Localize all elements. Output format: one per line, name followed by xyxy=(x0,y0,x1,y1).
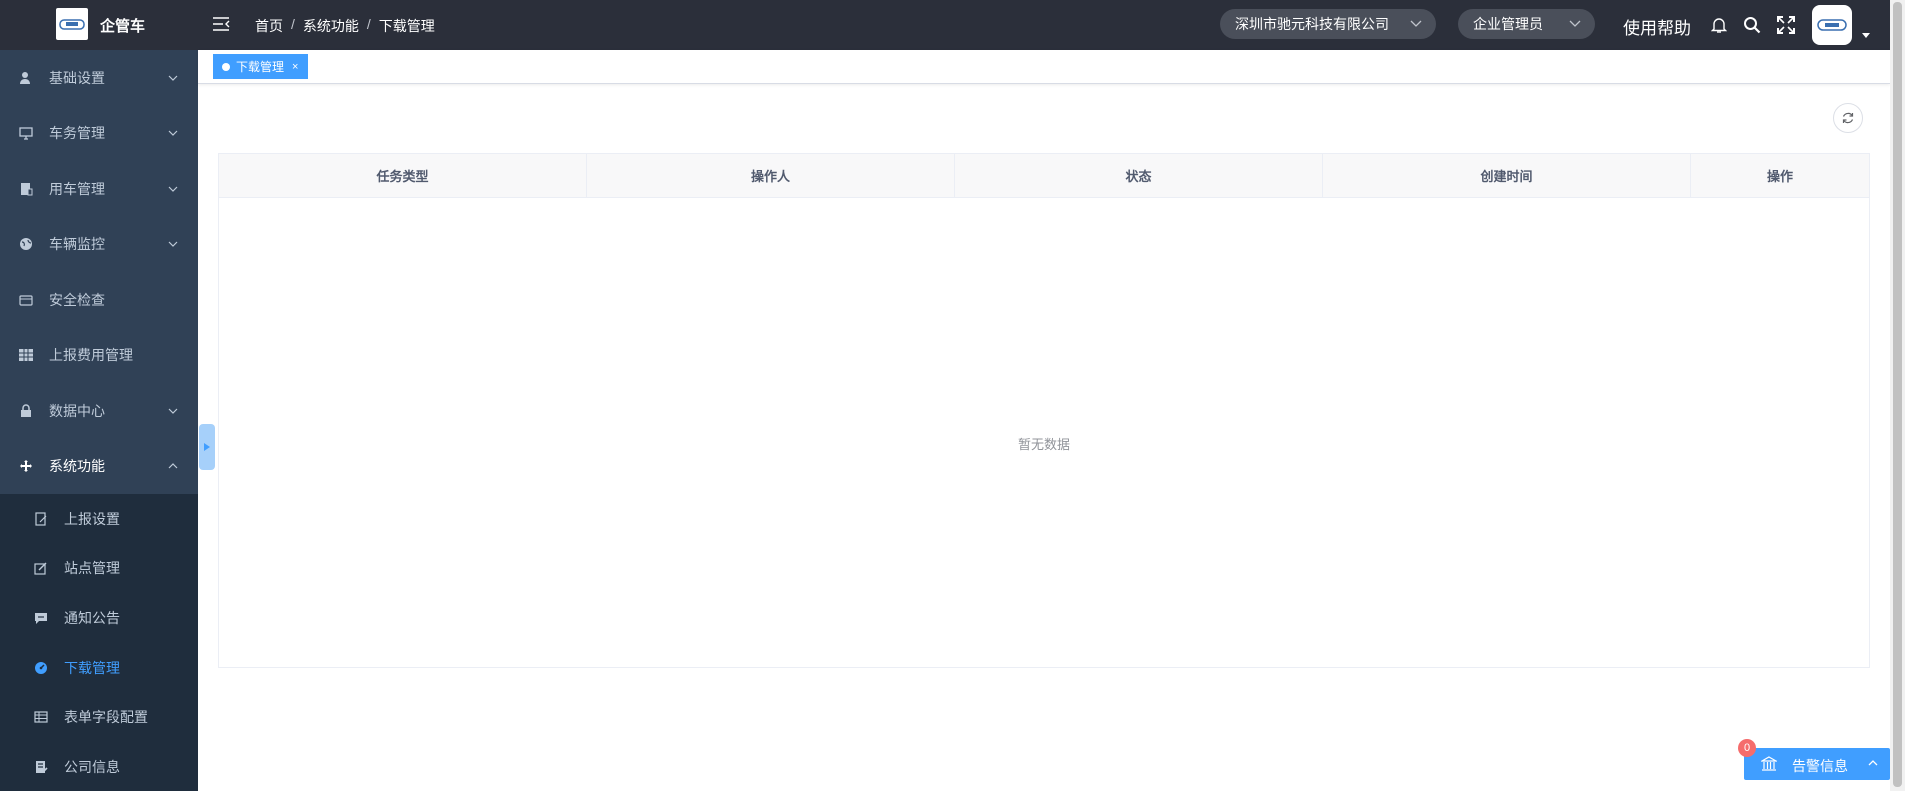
role-select[interactable]: 企业管理员 xyxy=(1458,9,1595,39)
logo[interactable]: 企管车 xyxy=(0,0,198,50)
sidebar-item-label: 系统功能 xyxy=(49,458,105,475)
edit-doc-icon xyxy=(34,512,48,526)
chevron-down-icon xyxy=(168,186,178,192)
chevron-down-icon xyxy=(168,241,178,248)
sidebar-item-label: 安全检查 xyxy=(49,291,105,308)
building-icon xyxy=(1761,756,1777,771)
bell-icon[interactable] xyxy=(1709,15,1729,35)
monitor-icon xyxy=(19,126,33,140)
column-header: 创建时间 xyxy=(1323,154,1691,197)
chevron-down-icon xyxy=(168,408,178,414)
sidebar-item-system-functions[interactable]: 系统功能 xyxy=(0,439,198,495)
logo-icon xyxy=(56,8,88,40)
fullscreen-icon[interactable] xyxy=(1776,15,1796,35)
document-edit-icon xyxy=(34,760,48,774)
sidebar-item-expense-report[interactable]: 上报费用管理 xyxy=(0,328,198,384)
system-functions-submenu: 上报设置 站点管理 通知公告 下载管理 表单字段配置 公司信息 xyxy=(0,494,198,791)
company-select-value: 深圳市驰元科技有限公司 xyxy=(1235,16,1389,32)
caret-down-icon[interactable] xyxy=(1862,33,1870,38)
sidebar-item-label: 基础设置 xyxy=(49,69,105,86)
chevron-up-icon xyxy=(1868,760,1878,766)
role-select-value: 企业管理员 xyxy=(1473,16,1543,32)
sidebar-item-safety-check[interactable]: 安全检查 xyxy=(0,272,198,328)
globe-icon xyxy=(19,237,33,251)
card-icon xyxy=(19,293,33,307)
tags-view: 下载管理 × xyxy=(198,50,1890,84)
tag-label: 下载管理 xyxy=(236,60,285,74)
document-icon xyxy=(19,182,33,196)
active-dot-icon xyxy=(222,62,230,71)
sidebar-subitem-label: 公司信息 xyxy=(64,758,120,775)
sidebar-subitem-label: 站点管理 xyxy=(64,560,120,577)
sidebar-item-report-settings[interactable]: 上报设置 xyxy=(0,494,198,544)
grid-icon xyxy=(19,348,33,362)
tag-download-management[interactable]: 下载管理 × xyxy=(213,54,309,79)
company-select[interactable]: 深圳市驰元科技有限公司 xyxy=(1220,9,1436,39)
sidebar-menu: 基础设置 车务管理 用车管理 车辆监控 安全检查 上报费用管理 数据中心 系统功… xyxy=(0,50,198,494)
alarm-panel-toggle[interactable]: 0 告警信息 xyxy=(1738,739,1890,780)
column-header: 状态 xyxy=(955,154,1323,197)
move-icon xyxy=(19,459,33,473)
user-settings-icon xyxy=(19,71,33,85)
chevron-down-icon xyxy=(168,130,178,137)
table-header: 任务类型 操作人 状态 创建时间 操作 xyxy=(219,154,1869,198)
sidebar: 企管车 基础设置 车务管理 用车管理 车辆监控 安全检查 上报费用管理 数据中心… xyxy=(0,0,198,791)
breadcrumb-home[interactable]: 首页 xyxy=(255,16,283,36)
sidebar-item-company-info[interactable]: 公司信息 xyxy=(0,742,198,792)
dashboard-icon xyxy=(34,661,48,675)
breadcrumb-current: 下载管理 xyxy=(378,18,435,34)
download-table: 任务类型 操作人 状态 创建时间 操作 暂无数据 xyxy=(218,153,1870,668)
chevron-up-icon xyxy=(168,463,178,469)
chevron-down-icon xyxy=(1410,20,1422,27)
sidebar-item-station-management[interactable]: 站点管理 xyxy=(0,544,198,594)
sidebar-item-label: 上报费用管理 xyxy=(49,347,133,364)
app-name: 企管车 xyxy=(100,18,146,35)
breadcrumb-separator: / xyxy=(366,16,371,32)
scrollbar-thumb[interactable] xyxy=(1893,2,1902,787)
hamburger-icon[interactable] xyxy=(212,15,230,33)
sidebar-item-form-field-config[interactable]: 表单字段配置 xyxy=(0,692,198,742)
sidebar-item-download-management[interactable]: 下载管理 xyxy=(0,643,198,693)
lock-icon xyxy=(19,404,33,418)
sidebar-item-label: 用车管理 xyxy=(49,180,105,197)
sidebar-item-data-center[interactable]: 数据中心 xyxy=(0,383,198,439)
sidebar-item-basic-settings[interactable]: 基础设置 xyxy=(0,50,198,106)
empty-state-text: 暂无数据 xyxy=(1017,437,1070,452)
refresh-button[interactable] xyxy=(1833,103,1863,133)
column-header: 任务类型 xyxy=(219,154,587,197)
sidebar-item-car-usage[interactable]: 用车管理 xyxy=(0,161,198,217)
sidebar-item-vehicle-affairs[interactable]: 车务管理 xyxy=(0,106,198,162)
edit-icon xyxy=(34,561,48,575)
sidebar-subitem-label: 下载管理 xyxy=(64,659,120,676)
sidebar-subitem-label: 上报设置 xyxy=(64,510,120,527)
refresh-icon xyxy=(1842,112,1854,124)
sidebar-collapse-handle[interactable] xyxy=(199,424,215,470)
sidebar-item-announcements[interactable]: 通知公告 xyxy=(0,593,198,643)
sidebar-item-vehicle-monitor[interactable]: 车辆监控 xyxy=(0,217,198,273)
chevron-down-icon xyxy=(168,75,178,81)
search-icon[interactable] xyxy=(1742,15,1762,35)
play-icon xyxy=(204,443,210,451)
breadcrumb: 首页 / 系统功能 / 下载管理 xyxy=(255,16,435,36)
sidebar-item-label: 车辆监控 xyxy=(49,236,105,253)
breadcrumb-system-functions[interactable]: 系统功能 xyxy=(303,16,359,36)
avatar[interactable] xyxy=(1812,5,1852,45)
sidebar-item-label: 数据中心 xyxy=(49,402,105,419)
column-header: 操作人 xyxy=(587,154,955,197)
top-navbar: 首页 / 系统功能 / 下载管理 深圳市驰元科技有限公司 企业管理员 使用帮助 xyxy=(198,0,1890,50)
chevron-down-icon xyxy=(1569,20,1581,27)
alarm-label: 告警信息 xyxy=(1792,758,1848,774)
close-icon[interactable]: × xyxy=(292,61,298,73)
breadcrumb-separator: / xyxy=(291,16,295,32)
sidebar-subitem-label: 表单字段配置 xyxy=(64,709,148,726)
alarm-count-badge: 0 xyxy=(1738,739,1756,757)
sidebar-subitem-label: 通知公告 xyxy=(64,609,120,626)
column-header: 操作 xyxy=(1766,169,1793,184)
help-link[interactable]: 使用帮助 xyxy=(1623,14,1691,39)
table-icon xyxy=(34,710,48,724)
message-icon xyxy=(34,611,48,625)
sidebar-item-label: 车务管理 xyxy=(49,125,105,142)
